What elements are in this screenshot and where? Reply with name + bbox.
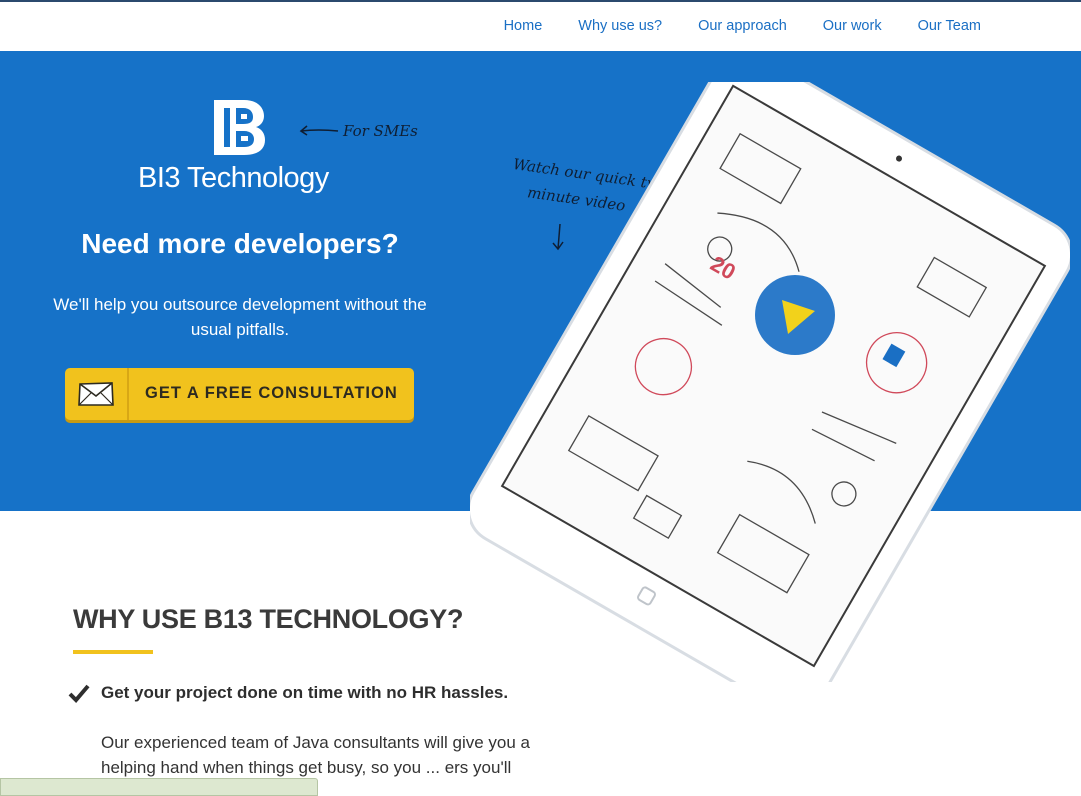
tablet-video-preview[interactable]: 20	[470, 82, 1070, 682]
hero-headline: Need more developers?	[81, 228, 399, 259]
nav-link-our-team[interactable]: Our Team	[918, 18, 981, 34]
for-smes-note: For SMEs	[343, 122, 418, 140]
nav-link-why-use-us[interactable]: Why use us?	[578, 18, 662, 34]
free-consultation-button[interactable]: GET A FREE CONSULTATION	[65, 368, 414, 420]
benefit-title: Get your project done on time with no HR…	[101, 683, 509, 702]
checkmark-icon	[68, 684, 90, 703]
why-section-title: WHY USE B13 TECHNOLOGY?	[73, 604, 464, 634]
cta-label: GET A FREE CONSULTATION	[145, 384, 398, 402]
cta-icon-box	[65, 368, 129, 420]
top-navigation-bar: Home Why use us? Our approach Our work O…	[0, 0, 1081, 51]
arrow-left-icon	[299, 125, 339, 136]
browser-status-bar	[0, 778, 318, 796]
nav-link-our-work[interactable]: Our work	[823, 18, 882, 34]
nav-link-home[interactable]: Home	[504, 18, 543, 34]
envelope-icon	[78, 382, 114, 406]
hero-subline: We'll help you outsource development wit…	[53, 295, 427, 339]
b13-logo-mark-icon	[214, 100, 265, 155]
main-nav: Home Why use us? Our approach Our work O…	[504, 18, 981, 34]
nav-link-our-approach[interactable]: Our approach	[698, 18, 787, 34]
section-divider	[73, 650, 153, 654]
logo-wordmark: BI3 Technology	[138, 162, 329, 194]
